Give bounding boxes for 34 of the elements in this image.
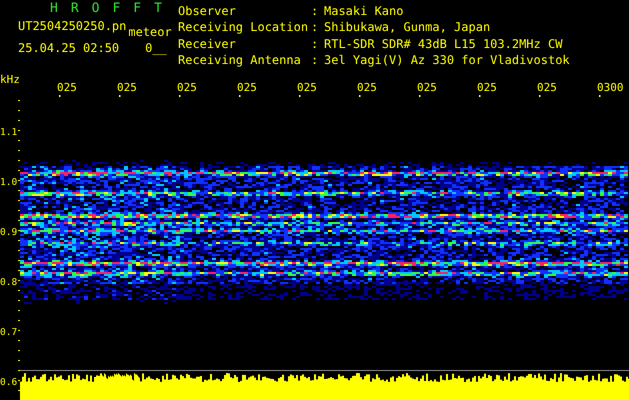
info-value: RTL-SDR SDR# 43dB L15 103.2MHz CW (324, 38, 564, 52)
frequency-label: 1.0 (0, 177, 18, 188)
info-label: Receiving Location (178, 21, 310, 36)
info-value: Masaki Kano (324, 5, 404, 20)
time-label: 025 (117, 81, 137, 94)
info-separator: : (311, 54, 320, 69)
time-label: 025 (417, 81, 437, 94)
info-separator: : (311, 5, 320, 20)
frequency-label: 0.9 (0, 227, 18, 238)
counter: 0__ (145, 41, 167, 55)
info-value: 3el Yagi(V) Az 330 for Vladivostok (324, 54, 570, 69)
info-label: Receiver (178, 38, 237, 52)
info-separator: : (311, 38, 320, 52)
info-separator: : (311, 21, 320, 36)
frequency-label: 0.7 (0, 327, 18, 338)
app-title: HROFFT (49, 2, 176, 16)
time-label: 025 (297, 81, 317, 94)
info-value: Shibukawa, Gunma, Japan (324, 21, 492, 36)
time-label: 025 (57, 81, 77, 94)
info-label: Receiving Antenna (178, 54, 302, 69)
file-suffix: meteor (128, 25, 172, 39)
info-label: Observer (178, 5, 237, 20)
timestamp: 25.04.25 02:50 (18, 41, 120, 55)
frequency-label: 0.6 (0, 377, 18, 388)
time-label: 025 (537, 81, 557, 94)
frequency-label: 0.8 (0, 277, 18, 288)
file-name: UT2504250250.pn (18, 19, 126, 35)
time-label: 0300 (597, 81, 624, 94)
time-label: 025 (237, 81, 257, 94)
time-label: 025 (357, 81, 377, 94)
time-label: 025 (177, 81, 197, 94)
time-label: 025 (477, 81, 497, 94)
unit-label: kHz (0, 73, 20, 86)
frequency-label: 1.1 (0, 127, 18, 138)
